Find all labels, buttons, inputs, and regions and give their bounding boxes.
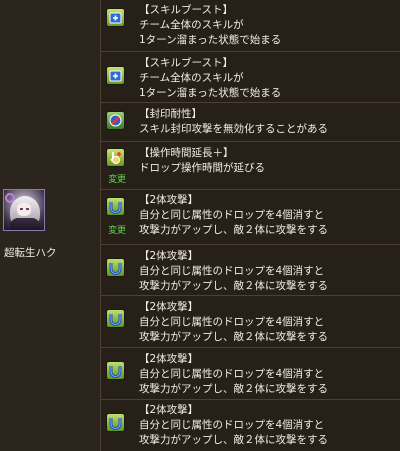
monster-avatar[interactable] — [3, 189, 45, 231]
awakening-title: 【2体攻撃】 — [139, 353, 199, 365]
awakening-desc: 攻撃力がアップし、敵２体に攻撃をする — [139, 331, 328, 343]
awakening-row: 【2体攻撃】 自分と同じ属性のドロップを4個消すと 攻撃力がアップし、敵２体に攻… — [101, 348, 400, 399]
seal-resist-icon — [106, 111, 125, 130]
awakening-title: 【スキルブースト】 — [139, 57, 233, 69]
two-pronged-attack-icon — [106, 413, 125, 432]
two-pronged-attack-icon — [106, 197, 125, 216]
awakening-desc: 1ターン溜まった状態で始まる — [139, 34, 282, 46]
awakening-desc: 攻撃力がアップし、敵２体に攻撃をする — [139, 434, 328, 446]
awakening-desc: 自分と同じ属性のドロップを4個消すと — [139, 419, 325, 431]
awakening-desc: 自分と同じ属性のドロップを4個消すと — [139, 265, 325, 277]
skill-boost-icon — [106, 66, 125, 85]
awakening-title: 【封印耐性】 — [139, 108, 202, 120]
awakening-title: 【2体攻撃】 — [139, 250, 199, 262]
awakening-row: 【スキルブースト】 チーム全体のスキルが 1ターン溜まった状態で始まる — [101, 52, 400, 102]
awakening-desc: スキル封印攻撃を無効化することがある — [139, 123, 328, 135]
awakening-desc: 攻撃力がアップし、敵２体に攻撃をする — [139, 280, 328, 292]
awakening-row: 【2体攻撃】 自分と同じ属性のドロップを4個消すと 攻撃力がアップし、敵２体に攻… — [101, 245, 400, 295]
awakening-row: 【2体攻撃】 自分と同じ属性のドロップを4個消すと 攻撃力がアップし、敵２体に攻… — [101, 400, 400, 451]
awakening-row: 変更 【操作時間延長＋】 ドロップ操作時間が延びる — [101, 142, 400, 189]
awakening-desc: チーム全体のスキルが — [139, 72, 244, 84]
awakening-desc: 1ターン溜まった状態で始まる — [139, 87, 282, 99]
monster-name: 超転生ハク — [4, 247, 57, 259]
changed-label: 変更 — [108, 175, 126, 185]
awakening-row: 【2体攻撃】 自分と同じ属性のドロップを4個消すと 攻撃力がアップし、敵２体に攻… — [101, 296, 400, 347]
awakening-title: 【スキルブースト】 — [139, 4, 233, 16]
awakening-row: 【スキルブースト】 チーム全体のスキルが 1ターン溜まった状態で始まる — [101, 0, 400, 51]
awakening-title: 【2体攻撃】 — [139, 404, 199, 416]
two-pronged-attack-icon — [106, 258, 125, 277]
awakening-desc: 攻撃力がアップし、敵２体に攻撃をする — [139, 383, 328, 395]
two-pronged-attack-icon — [106, 309, 125, 328]
awakening-title: 【操作時間延長＋】 — [139, 147, 234, 159]
awakening-desc: 自分と同じ属性のドロップを4個消すと — [139, 316, 325, 328]
awakening-table: 超転生ハク 【スキルブースト】 チーム全体のスキルが 1ターン溜まった状態で始ま… — [0, 0, 400, 451]
time-extend-plus-icon — [106, 148, 125, 167]
awakening-title: 【2体攻撃】 — [139, 194, 199, 206]
two-pronged-attack-icon — [106, 361, 125, 380]
awakening-title: 【2体攻撃】 — [139, 301, 199, 313]
awakening-desc: 攻撃力がアップし、敵２体に攻撃をする — [139, 224, 328, 236]
awakening-row: 【封印耐性】 スキル封印攻撃を無効化することがある — [101, 103, 400, 141]
awakening-row: 変更 【2体攻撃】 自分と同じ属性のドロップを4個消すと 攻撃力がアップし、敵２… — [101, 190, 400, 244]
awakening-desc: 自分と同じ属性のドロップを4個消すと — [139, 209, 325, 221]
awakening-desc: ドロップ操作時間が延びる — [139, 162, 265, 174]
awakening-desc: チーム全体のスキルが — [139, 19, 244, 31]
skill-boost-icon — [106, 8, 125, 27]
changed-label: 変更 — [108, 226, 126, 236]
awakening-desc: 自分と同じ属性のドロップを4個消すと — [139, 368, 325, 380]
